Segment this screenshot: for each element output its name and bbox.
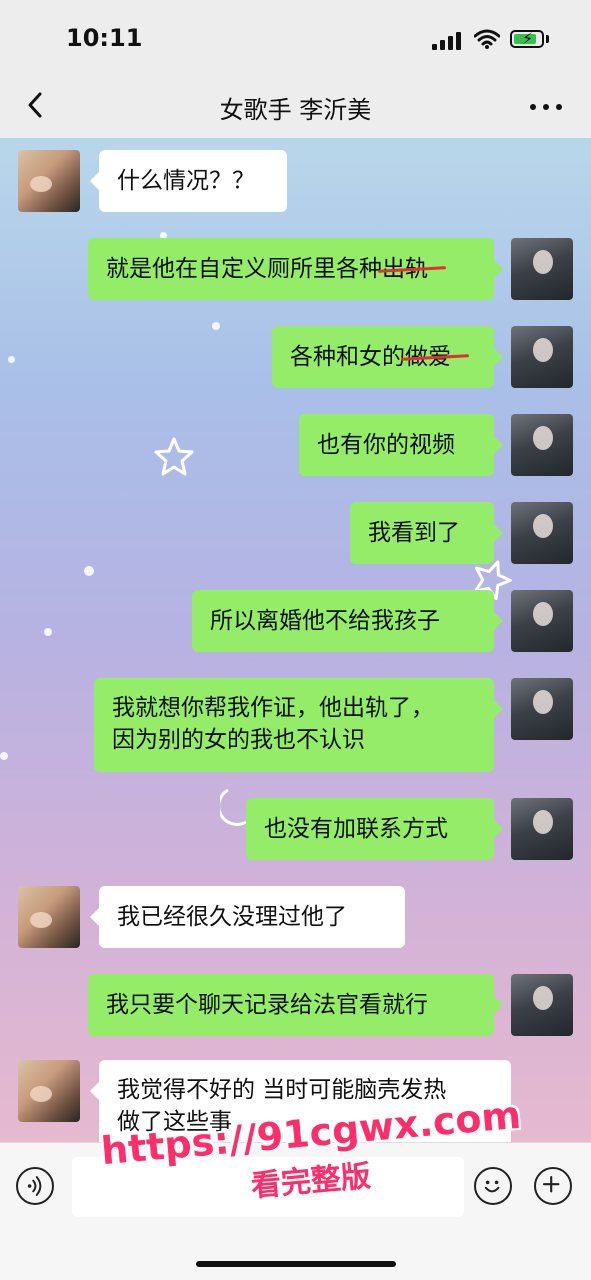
chat-header: 女歌手 李沂美 xyxy=(0,76,591,138)
message-bubble[interactable]: 所以离婚他不给我孩子 xyxy=(192,590,503,652)
star-icon xyxy=(154,437,194,476)
message-bubble[interactable]: 也没有加联系方式 xyxy=(246,798,503,860)
message-bubble[interactable]: 什么情况？？ xyxy=(90,150,287,212)
chat-area[interactable]: 什么情况？？ 就是他在自定义厕所里各种出轨 各种和女的做爱 也有你的视频 我看到… xyxy=(0,138,591,1142)
avatar[interactable] xyxy=(18,150,80,212)
signal-icon xyxy=(432,32,464,50)
sparkle-dot xyxy=(44,628,52,636)
message-bubble[interactable]: 我就想你帮我作证，他出轨了， 因为别的女的我也不认识 xyxy=(94,678,503,772)
avatar[interactable] xyxy=(511,502,573,564)
message-text: 我已经很久没理过他了 xyxy=(117,904,347,930)
watermark: https://91cgwx.com 看完整版 xyxy=(96,1093,526,1204)
chat-title: 女歌手 李沂美 xyxy=(219,96,372,124)
struck-text: 做爱 xyxy=(405,341,451,373)
battery-tip xyxy=(546,35,549,43)
plus-icon[interactable] xyxy=(534,1167,572,1205)
more-icon[interactable] xyxy=(530,104,564,114)
voice-icon[interactable] xyxy=(16,1167,54,1205)
message-text: 什么情况？？ xyxy=(117,168,255,194)
avatar[interactable] xyxy=(511,678,573,740)
sparkle-dot xyxy=(0,752,8,760)
struck-text: 出轨 xyxy=(382,253,428,285)
message-bubble[interactable]: 我只要个聊天记录给法官看就行 xyxy=(88,974,503,1036)
avatar[interactable] xyxy=(511,798,573,860)
status-time: 10:11 xyxy=(66,24,143,52)
message-text-line: 因为别的女的我也不认识 xyxy=(112,727,365,753)
sparkle-dot xyxy=(8,356,15,363)
message-text: 所以离婚他不给我孩子 xyxy=(210,608,440,634)
status-bar: 10:11 ⚡ xyxy=(0,0,591,76)
avatar[interactable] xyxy=(511,974,573,1036)
avatar[interactable] xyxy=(511,414,573,476)
message-text-line: 我就想你帮我作证，他出轨了， xyxy=(112,695,434,721)
message-bubble[interactable]: 我看到了 xyxy=(350,502,503,564)
avatar[interactable] xyxy=(511,326,573,388)
message-text: 各种和女的 xyxy=(290,344,405,370)
message-text: 我看到了 xyxy=(368,520,460,546)
message-bubble[interactable]: 各种和女的做爱 xyxy=(272,326,503,388)
sparkle-dot xyxy=(84,566,94,576)
avatar[interactable] xyxy=(18,886,80,948)
avatar[interactable] xyxy=(18,1060,80,1122)
message-text: 也没有加联系方式 xyxy=(264,816,448,842)
message-text: 就是他在自定义厕所里各种 xyxy=(106,256,382,282)
avatar[interactable] xyxy=(511,590,573,652)
message-bubble[interactable]: 也有你的视频 xyxy=(299,414,503,476)
charging-icon: ⚡ xyxy=(522,29,534,48)
home-indicator xyxy=(196,1261,396,1267)
avatar[interactable] xyxy=(511,238,573,300)
message-bubble[interactable]: 我已经很久没理过他了 xyxy=(90,886,405,948)
message-text: 也有你的视频 xyxy=(317,432,455,458)
message-bubble[interactable]: 就是他在自定义厕所里各种出轨 xyxy=(88,238,503,300)
message-text: 我只要个聊天记录给法官看就行 xyxy=(106,992,428,1018)
wifi-icon xyxy=(474,29,500,49)
sparkle-dot xyxy=(212,322,220,330)
